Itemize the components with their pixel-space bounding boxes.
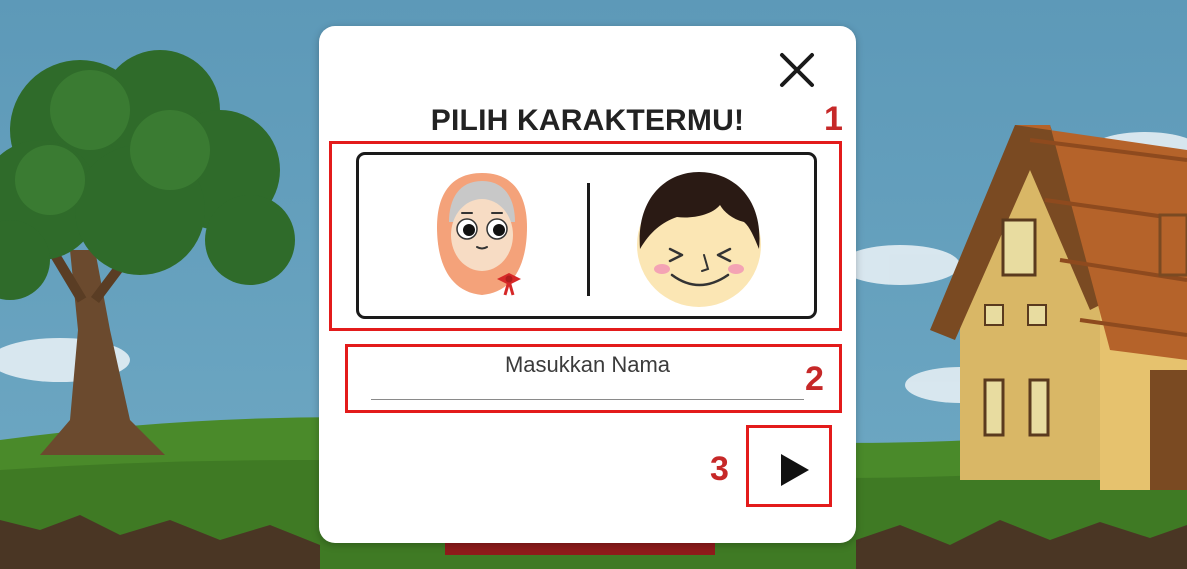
annotation-box-1 — [329, 141, 842, 331]
close-icon — [780, 53, 814, 87]
annotation-box-3 — [746, 425, 832, 507]
dialog-title: PILIH KARAKTERMU! — [430, 104, 745, 137]
annotation-box-2 — [345, 344, 842, 413]
annotation-number-3: 3 — [710, 450, 729, 488]
annotation-number-1: 1 — [824, 100, 843, 138]
annotation-number-2: 2 — [805, 360, 824, 398]
close-button[interactable] — [777, 50, 817, 90]
